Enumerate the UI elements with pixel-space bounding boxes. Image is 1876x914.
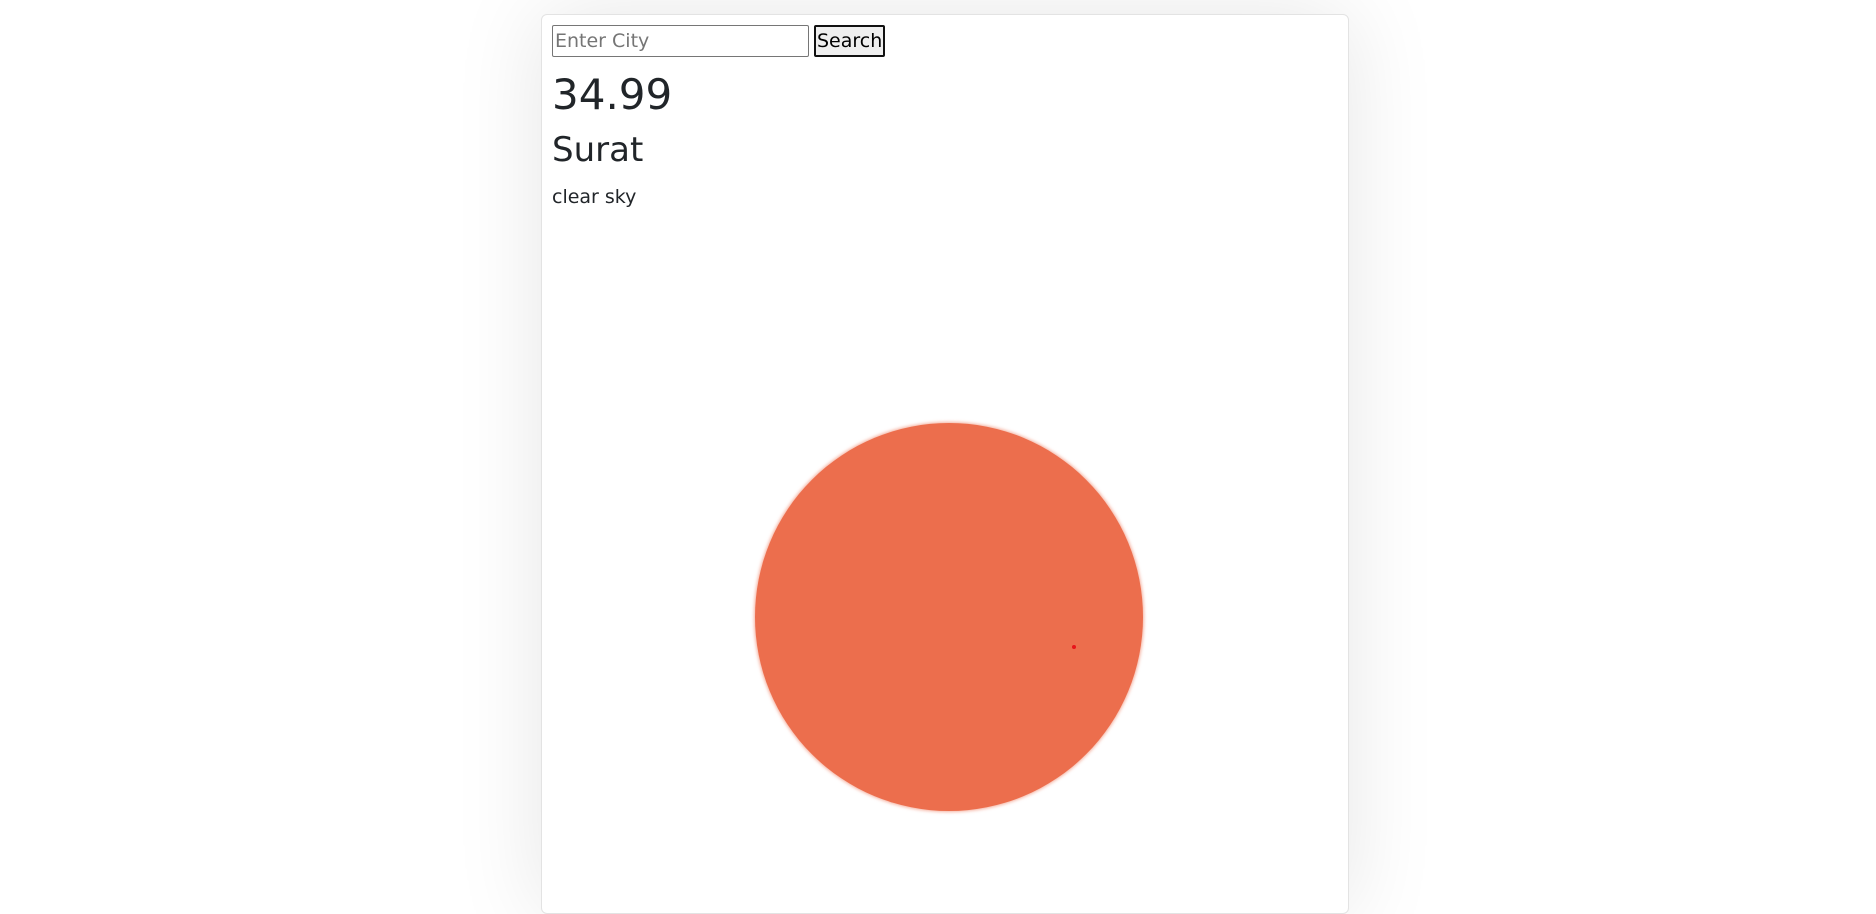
temperature-value: 34.99 xyxy=(552,70,673,119)
city-search-input[interactable] xyxy=(552,25,809,57)
sun-dot-marker xyxy=(1072,645,1076,649)
weather-description: clear sky xyxy=(552,186,637,208)
city-name: Surat xyxy=(552,130,644,170)
search-bar: Search xyxy=(552,25,886,57)
sun-icon xyxy=(755,423,1143,811)
search-button[interactable]: Search xyxy=(814,25,886,57)
weather-card: Search 34.99 Surat clear sky xyxy=(541,14,1349,914)
